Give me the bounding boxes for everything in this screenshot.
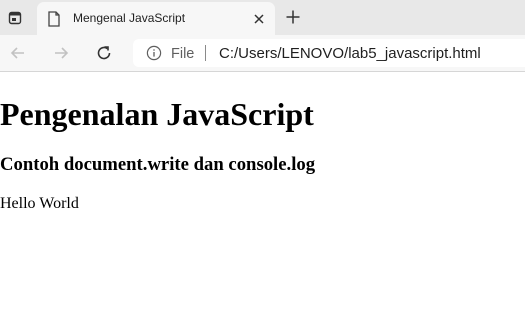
tab-bar: Mengenal JavaScript [0, 0, 525, 35]
tab-actions-button[interactable] [0, 0, 30, 35]
page-content: Pengenalan JavaScript Contoh document.wr… [0, 72, 525, 318]
page-subheading: Contoh document.write dan console.log [0, 154, 316, 175]
output-text: Hello World [0, 195, 79, 212]
close-icon[interactable] [252, 12, 266, 26]
page-heading: Pengenalan JavaScript [0, 96, 314, 132]
url-text[interactable]: C:/Users/LENOVO/lab5_javascript.html [219, 45, 481, 62]
forward-arrow-icon[interactable] [52, 44, 70, 62]
tab-active[interactable]: Mengenal JavaScript [37, 2, 275, 35]
address-bar[interactable]: File C:/Users/LENOVO/lab5_javascript.htm… [133, 39, 525, 67]
address-separator [205, 45, 206, 61]
tab-actions-icon [8, 11, 22, 24]
refresh-icon[interactable] [95, 44, 113, 62]
new-tab-icon[interactable] [285, 9, 301, 25]
browser-toolbar: File C:/Users/LENOVO/lab5_javascript.htm… [0, 35, 525, 72]
info-icon[interactable] [146, 45, 162, 61]
tab-title: Mengenal JavaScript [73, 11, 186, 25]
document-icon [48, 11, 60, 27]
url-scheme-label: File [171, 46, 195, 62]
back-arrow-icon[interactable] [9, 44, 27, 62]
